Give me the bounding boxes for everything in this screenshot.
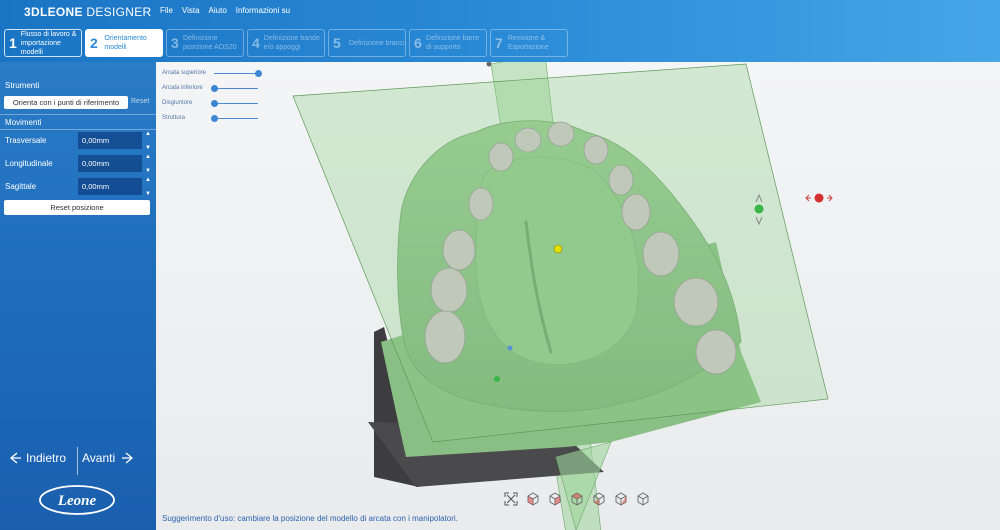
- y-axis-manipulator[interactable]: [754, 204, 764, 214]
- slider-knob[interactable]: [254, 70, 262, 77]
- movement-row-sagittale: Sagittale 0,00mm ▲ ▼: [0, 177, 156, 197]
- reset-orientation-link[interactable]: Reset: [131, 98, 149, 105]
- step-label: Flusso di lavoro & importazione modelli: [20, 30, 77, 56]
- 3d-viewport[interactable]: Arcata superiore Arcata inferiore Disgiu…: [156, 62, 1000, 530]
- movement-label: Trasversale: [5, 136, 47, 145]
- forward-label: Avanti: [82, 451, 116, 465]
- step-label: Definizione bande e/o appoggi: [263, 35, 320, 51]
- slider-track: [214, 88, 258, 89]
- step-2[interactable]: 2 Orientamento modelli: [85, 29, 163, 57]
- movement-row-trasversale: Trasversale 0,00mm ▲ ▼: [0, 131, 156, 151]
- step-number: 3: [171, 35, 179, 51]
- usage-hint: Suggerimento d'uso: cambiare la posizion…: [162, 514, 458, 523]
- slider-knob[interactable]: [210, 100, 218, 107]
- menu-aiuto[interactable]: Aiuto: [209, 6, 227, 15]
- svg-text:Leone: Leone: [57, 493, 97, 509]
- view-bottom-icon[interactable]: [636, 492, 650, 506]
- arrow-right-icon: [122, 452, 134, 464]
- divider: [0, 114, 156, 115]
- step-6[interactable]: 6 Definizione barre di supporto: [409, 29, 487, 57]
- step-number: 7: [495, 35, 503, 51]
- view-front-icon[interactable]: [526, 492, 540, 506]
- rotation-manipulator[interactable]: [494, 376, 500, 382]
- step-label: Definizione barre di supporto: [426, 35, 479, 51]
- trasversale-input[interactable]: 0,00mm: [78, 132, 142, 149]
- slider-label: Arcata superiore: [162, 70, 207, 76]
- transverse-plane: [292, 63, 829, 443]
- step-navigation: Indietro Avanti: [8, 447, 148, 477]
- movements-title: Movimenti: [5, 118, 42, 127]
- step-label: Revisione & Esportazione: [507, 35, 549, 51]
- visibility-sliders: Arcata superiore Arcata inferiore Disgiu…: [162, 68, 262, 128]
- nav-divider: [77, 447, 78, 475]
- movement-row-longitudinale: Longitudinale 0,00mm ▲ ▼: [0, 154, 156, 174]
- menu-file[interactable]: File: [160, 6, 173, 15]
- app-header: 3DLEONE DESIGNER File Vista Aiuto Inform…: [0, 0, 1000, 62]
- reset-position-button[interactable]: Reset posizione: [4, 200, 150, 215]
- spinner-icon[interactable]: ▲ ▼: [143, 177, 153, 197]
- step-number: 1: [9, 35, 17, 51]
- view-back-icon[interactable]: [548, 492, 562, 506]
- view-right-icon[interactable]: [614, 492, 628, 506]
- back-label: Indietro: [26, 451, 67, 465]
- slider-label: Struttura: [162, 115, 186, 121]
- spinner-icon[interactable]: ▲ ▼: [143, 154, 153, 174]
- longitudinale-input[interactable]: 0,00mm: [78, 155, 142, 172]
- step-label: Orientamento modelli: [104, 35, 147, 51]
- step-number: 2: [90, 35, 98, 51]
- fit-view-icon[interactable]: [504, 492, 518, 506]
- view-top-icon[interactable]: [570, 492, 584, 506]
- forward-button[interactable]: Avanti: [82, 451, 135, 465]
- plane-top-handle[interactable]: [486, 62, 492, 67]
- menu-vista[interactable]: Vista: [182, 6, 200, 15]
- view-left-icon[interactable]: [592, 492, 606, 506]
- slider-track: [214, 73, 258, 74]
- x-axis-manipulator[interactable]: [814, 193, 824, 203]
- slider-label: Disgiuntore: [162, 100, 193, 106]
- step-label: Definizione posizione AOS20: [182, 35, 237, 51]
- slider-disgiuntore[interactable]: Disgiuntore: [162, 98, 262, 113]
- app-brand: 3DLEONE DESIGNER: [24, 5, 152, 19]
- step-number: 6: [414, 35, 422, 51]
- slider-track: [214, 103, 258, 104]
- view-toolbar: [504, 492, 650, 506]
- step-number: 5: [333, 35, 341, 51]
- leone-logo: Leone: [39, 485, 115, 515]
- menu-bar: File Vista Aiuto Informazioni su: [160, 6, 290, 15]
- step-number: 4: [252, 35, 260, 51]
- workflow-steps: 1 Flusso di lavoro & importazione modelli…: [4, 29, 568, 57]
- sagittale-input[interactable]: 0,00mm: [78, 178, 142, 195]
- step-label: Definizione bracci: [349, 39, 405, 47]
- tools-panel: Strumenti Orienta con i punti di riferim…: [0, 62, 156, 530]
- spinner-icon[interactable]: ▲ ▼: [143, 131, 153, 151]
- step-5[interactable]: 5 Definizione bracci: [328, 29, 406, 57]
- slider-arcata-inferiore[interactable]: Arcata inferiore: [162, 83, 262, 98]
- movement-label: Sagittale: [5, 182, 37, 191]
- step-3[interactable]: 3 Definizione posizione AOS20: [166, 29, 244, 57]
- tools-title: Strumenti: [5, 81, 40, 90]
- step-7[interactable]: 7 Revisione & Esportazione: [490, 29, 568, 57]
- slider-label: Arcata inferiore: [162, 85, 203, 91]
- menu-informazioni[interactable]: Informazioni su: [236, 6, 290, 15]
- divider: [0, 129, 156, 130]
- slider-struttura[interactable]: Struttura: [162, 113, 262, 128]
- slider-arcata-superiore[interactable]: Arcata superiore: [162, 68, 262, 83]
- back-button[interactable]: Indietro: [8, 451, 66, 465]
- slider-knob[interactable]: [210, 85, 218, 92]
- slider-track: [214, 118, 258, 119]
- orient-landmarks-button[interactable]: Orienta con i punti di riferimento: [4, 96, 128, 109]
- z-axis-manipulator[interactable]: [507, 345, 513, 351]
- arrow-left-icon: [9, 452, 21, 464]
- slider-knob[interactable]: [210, 115, 218, 122]
- step-1[interactable]: 1 Flusso di lavoro & importazione modelli: [4, 29, 82, 57]
- arch-model-scene[interactable]: [156, 62, 1000, 530]
- step-4[interactable]: 4 Definizione bande e/o appoggi: [247, 29, 325, 57]
- movement-label: Longitudinale: [5, 159, 53, 168]
- center-manipulator[interactable]: [553, 244, 563, 254]
